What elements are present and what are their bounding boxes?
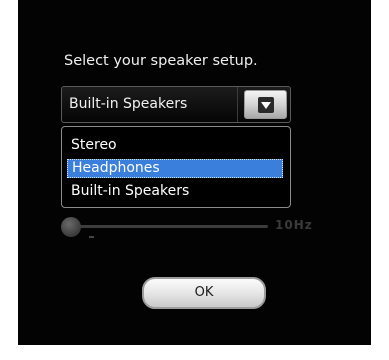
- slider-value-label: 10Hz: [275, 218, 313, 232]
- slider-tick-mark: [89, 236, 94, 238]
- combobox-selected-value: Built-in Speakers: [69, 96, 188, 112]
- slider-track[interactable]: [73, 225, 268, 228]
- speaker-options-list: Stereo Headphones Built-in Speakers: [61, 126, 291, 208]
- slider-thumb[interactable]: [61, 217, 81, 237]
- speaker-setup-prompt: Select your speaker setup.: [64, 53, 258, 69]
- dropdown-button[interactable]: [244, 90, 287, 119]
- speaker-setup-combobox[interactable]: Built-in Speakers: [61, 86, 291, 123]
- option-built-in-speakers[interactable]: Built-in Speakers: [67, 182, 283, 201]
- option-stereo[interactable]: Stereo: [67, 136, 283, 155]
- screen: Select your speaker setup. Built-in Spea…: [0, 0, 389, 360]
- chevron-down-icon: [258, 97, 274, 113]
- ok-button[interactable]: OK: [142, 277, 266, 309]
- combobox-divider: [237, 87, 238, 122]
- option-headphones[interactable]: Headphones: [67, 159, 283, 178]
